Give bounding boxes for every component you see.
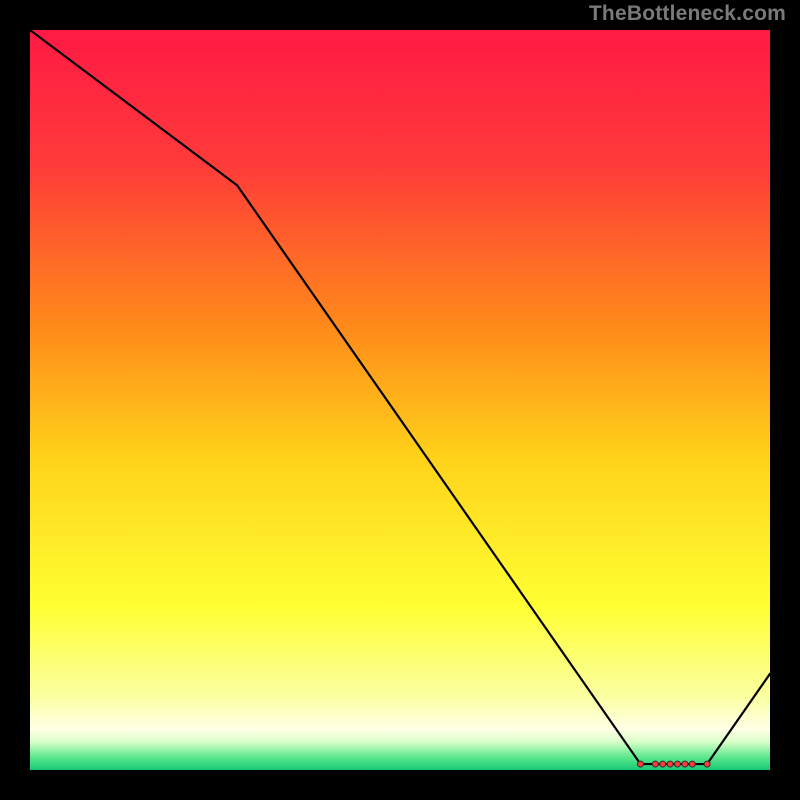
series-marker (667, 761, 673, 767)
bottleneck-chart (0, 0, 800, 800)
series-marker (689, 761, 695, 767)
series-marker (652, 761, 658, 767)
series-marker (704, 761, 710, 767)
chart-background (30, 30, 770, 770)
series-marker (675, 761, 681, 767)
series-marker (660, 761, 666, 767)
series-marker (682, 761, 688, 767)
watermark-text: TheBottleneck.com (589, 2, 786, 26)
chart-stage: TheBottleneck.com (0, 0, 800, 800)
series-marker (638, 761, 644, 767)
